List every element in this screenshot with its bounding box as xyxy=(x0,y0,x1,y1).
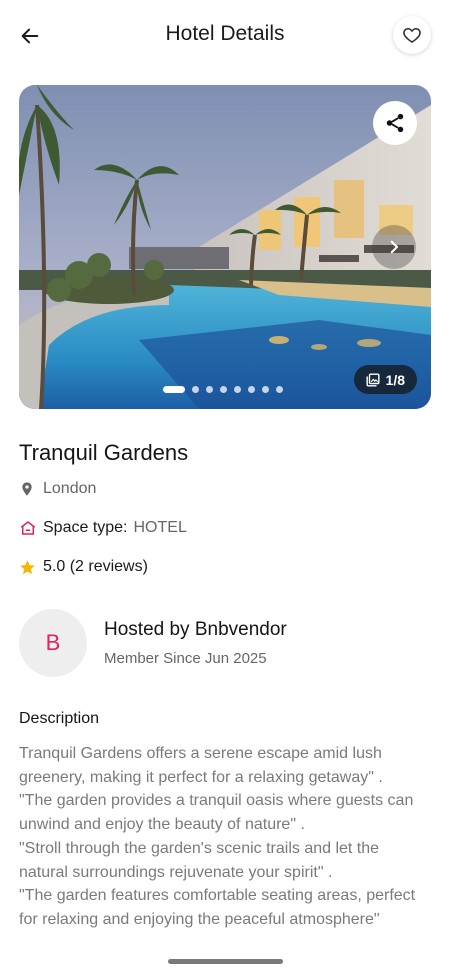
next-image-button[interactable] xyxy=(372,225,416,269)
favorite-button[interactable] xyxy=(393,16,431,54)
description-heading: Description xyxy=(19,710,100,727)
rating-row: 5.0 (2 reviews) xyxy=(19,558,148,576)
host-name: Hosted by Bnbvendor xyxy=(104,619,287,640)
pagination-dot[interactable] xyxy=(192,386,199,393)
map-pin-icon xyxy=(22,482,32,496)
space-type-row: Space type: HOTEL xyxy=(19,519,187,537)
description-text: Tranquil Gardens offers a serene escape … xyxy=(19,745,416,928)
location-row: London xyxy=(19,480,96,498)
hotel-name: Tranquil Gardens xyxy=(19,440,189,465)
image-counter-badge[interactable]: 1/8 xyxy=(353,365,417,394)
home-indicator[interactable] xyxy=(168,959,283,964)
share-icon xyxy=(386,113,404,133)
host-member-since: Member Since Jun 2025 xyxy=(104,650,267,667)
hotel-photo xyxy=(19,85,431,409)
heart-outline-icon xyxy=(403,27,421,43)
share-button[interactable] xyxy=(373,101,417,145)
hotel-image-carousel[interactable]: 1/8 xyxy=(19,85,431,409)
pagination-dot[interactable] xyxy=(220,386,227,393)
rating-text: 5.0 (2 reviews) xyxy=(43,558,148,575)
space-type-label: Space type: xyxy=(43,519,128,536)
pagination-dot[interactable] xyxy=(276,386,283,393)
page-title: Hotel Details xyxy=(165,22,285,45)
location-text: London xyxy=(43,480,97,497)
pagination-dot[interactable] xyxy=(262,386,269,393)
carousel-pagination xyxy=(163,386,283,393)
pagination-dot[interactable] xyxy=(206,386,213,393)
pagination-dot[interactable] xyxy=(163,386,185,393)
star-icon xyxy=(20,559,35,574)
pagination-dot[interactable] xyxy=(234,386,241,393)
space-type-value: HOTEL xyxy=(133,519,187,536)
chevron-right-icon xyxy=(390,240,399,254)
pagination-dot[interactable] xyxy=(248,386,255,393)
image-counter-text: 1/8 xyxy=(385,371,405,388)
app-header: Hotel Details xyxy=(0,0,450,72)
house-icon xyxy=(20,521,36,535)
image-stack-icon xyxy=(365,372,380,387)
host-avatar[interactable]: B xyxy=(19,609,87,677)
